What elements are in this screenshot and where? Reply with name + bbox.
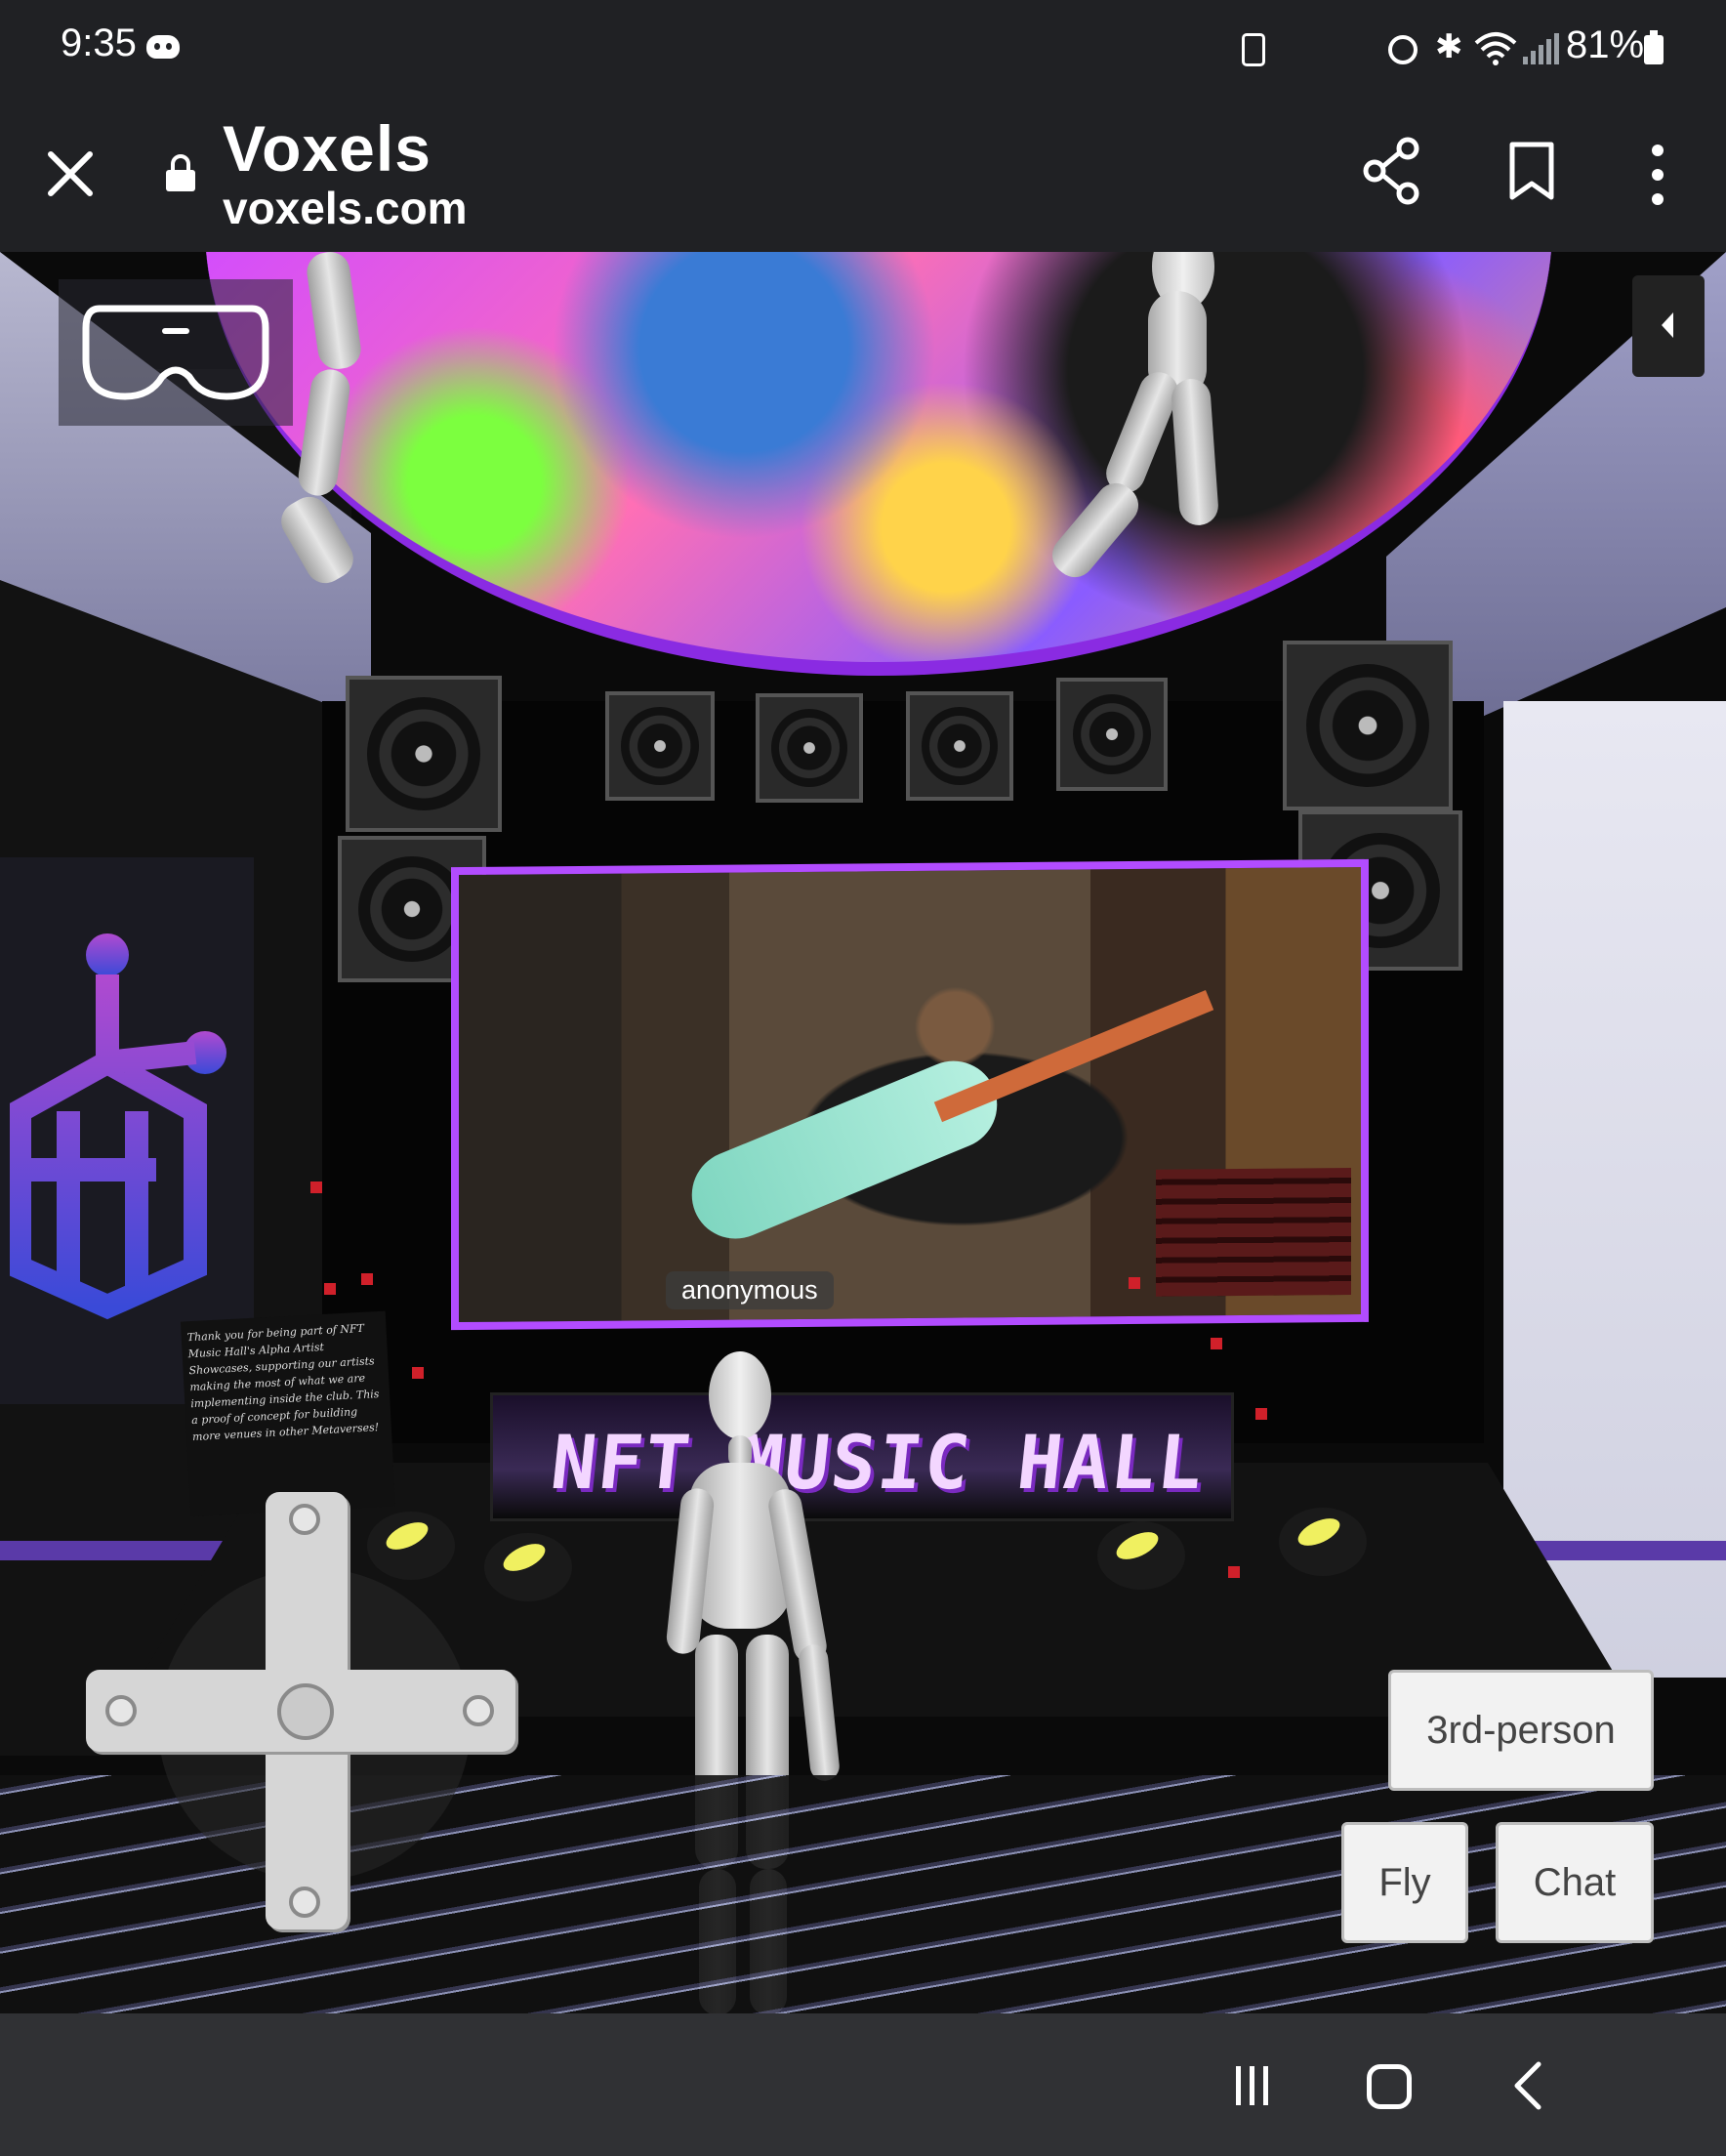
fly-button[interactable]: Fly — [1341, 1822, 1468, 1943]
third-person-button[interactable]: 3rd-person — [1388, 1670, 1654, 1791]
guitar-neck — [933, 989, 1214, 1123]
marquee-sign: NFT MUSIC HALL — [490, 1392, 1234, 1521]
browser-toolbar: Voxels voxels.com — [0, 98, 1726, 252]
dpad-right[interactable] — [463, 1695, 494, 1726]
status-time: 9:35 — [61, 21, 137, 64]
site-url[interactable]: voxels.com — [223, 182, 468, 234]
speaker — [906, 691, 1013, 801]
recents-icon[interactable] — [1232, 2064, 1273, 2107]
battery-percent: 81% — [1566, 23, 1645, 66]
dpad-up[interactable] — [289, 1504, 320, 1535]
site-title: Voxels — [223, 112, 432, 185]
nft-music-hall-logo-icon — [10, 933, 226, 1320]
confetti — [1211, 1338, 1222, 1349]
speaker — [756, 693, 863, 803]
marquee-text: NFT MUSIC HALL — [547, 1419, 1210, 1506]
confetti — [1228, 1566, 1240, 1578]
battery-icon — [1644, 30, 1664, 64]
confetti — [412, 1367, 424, 1379]
back-icon[interactable] — [1511, 2060, 1544, 2111]
vr-headset-icon — [82, 305, 269, 400]
bookmark-icon[interactable] — [1507, 141, 1556, 201]
stage-light — [1097, 1521, 1185, 1590]
speaker — [1056, 678, 1168, 791]
bluetooth-icon: ✱ — [1435, 27, 1463, 66]
amplifier — [1156, 1168, 1351, 1297]
dpad-icon[interactable] — [277, 1683, 334, 1740]
speaker — [605, 691, 715, 801]
stage-light — [1279, 1508, 1367, 1576]
confetti — [310, 1182, 322, 1193]
home-icon[interactable] — [1367, 2064, 1412, 2109]
video-screen[interactable] — [451, 858, 1369, 1331]
discord-icon — [146, 35, 180, 59]
right-wall — [1503, 701, 1726, 1678]
android-nav-bar — [0, 2013, 1726, 2156]
ceiling-artwork — [205, 252, 1552, 676]
signal-icon — [1523, 33, 1559, 64]
speaker — [346, 676, 502, 832]
speaker — [1283, 641, 1453, 810]
vr-mode-button[interactable] — [59, 279, 293, 426]
alarm-icon — [1388, 35, 1418, 64]
guitar-body — [678, 1047, 1010, 1253]
confetti — [324, 1283, 336, 1295]
confetti — [361, 1273, 373, 1285]
wifi-icon — [1474, 32, 1517, 65]
confetti — [1255, 1408, 1267, 1420]
close-icon[interactable] — [43, 146, 98, 201]
share-icon[interactable] — [1363, 137, 1421, 205]
lock-icon — [166, 154, 195, 191]
movement-dpad[interactable] — [86, 1492, 527, 1929]
panel-toggle-button[interactable] — [1632, 275, 1705, 377]
status-bar: 9:35 ✱ 81% — [0, 0, 1726, 98]
info-plaque[interactable]: Thank you for being part of NFT Music Ha… — [180, 1310, 396, 1517]
panel-toggle-icon — [1662, 312, 1673, 338]
dpad-left[interactable] — [105, 1695, 137, 1726]
confetti — [1129, 1277, 1140, 1289]
chat-button[interactable]: Chat — [1496, 1822, 1654, 1943]
more-vert-icon[interactable] — [1646, 141, 1669, 209]
dpad-down[interactable] — [289, 1886, 320, 1918]
video-label: anonymous — [666, 1271, 834, 1309]
recycle-icon — [1242, 33, 1265, 66]
